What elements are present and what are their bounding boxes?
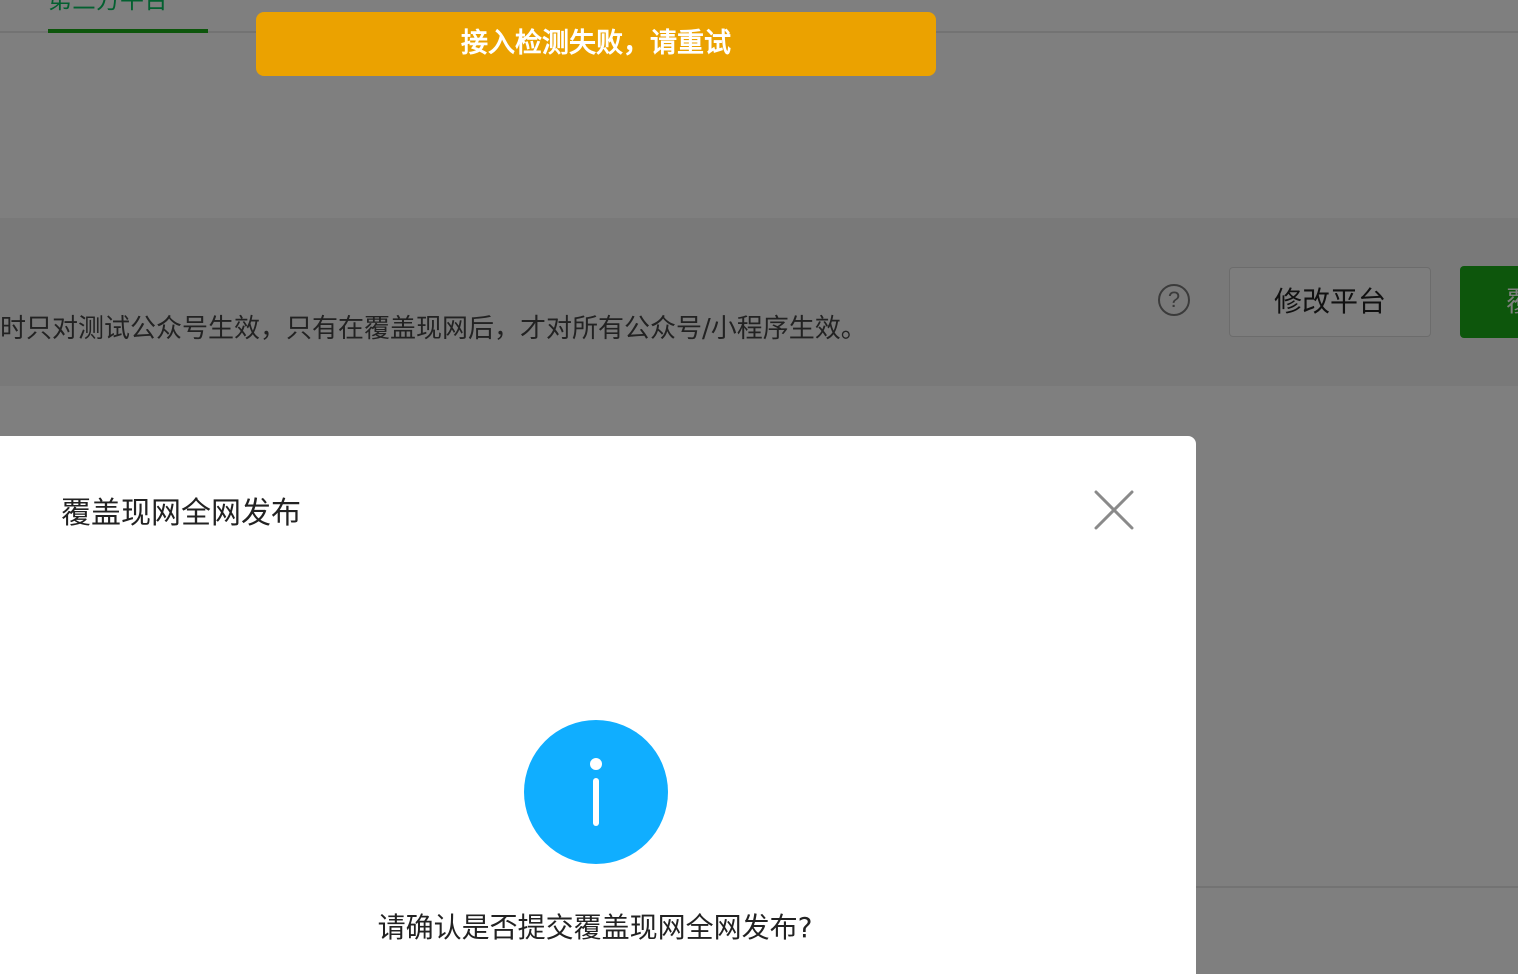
info-icon [524, 720, 668, 864]
confirm-message: 请确认是否提交覆盖现网全网发布? [377, 911, 813, 944]
close-icon[interactable] [1092, 488, 1136, 532]
dialog-title: 覆盖现网全网发布 [61, 496, 301, 531]
error-toast: 接入检测失败，请重试 [256, 12, 936, 76]
publish-dialog: 覆盖现网全网发布 请确认是否提交覆盖现网全网发布? [0, 436, 1196, 974]
page: 第三方平台 时只对测试公众号生效，只有在覆盖现网后，才对所有公众号/小程序生效。… [0, 0, 1518, 974]
